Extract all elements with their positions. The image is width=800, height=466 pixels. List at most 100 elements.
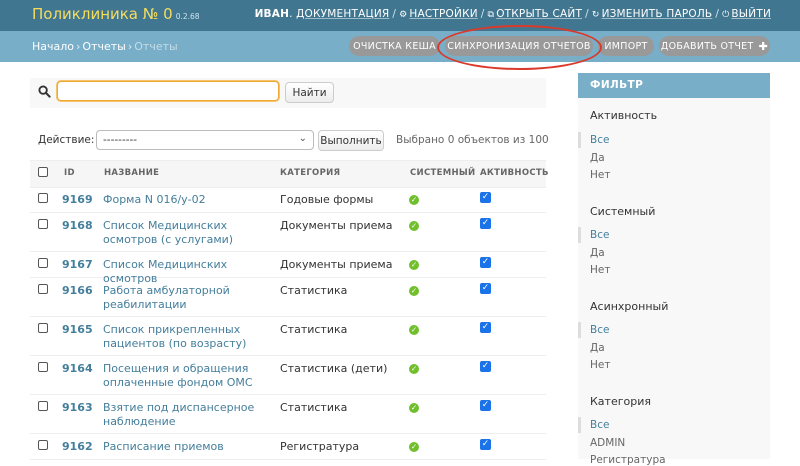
filter-item[interactable]: Нет <box>590 359 610 371</box>
filter-item[interactable]: Все <box>590 419 609 431</box>
active-checkbox[interactable]: ✓ <box>480 257 491 268</box>
filter-item[interactable]: Все <box>590 229 609 241</box>
active-checkbox[interactable]: ✓ <box>480 439 491 450</box>
settings-link[interactable]: НАСТРОЙКИ <box>409 8 477 20</box>
docs-link[interactable]: ДОКУМЕНТАЦИЯ <box>296 8 389 20</box>
filter-sidebar: ФИЛЬТР Активность Все Да Нет Системный В… <box>578 73 770 466</box>
filter-item[interactable]: Да <box>590 152 605 164</box>
row-id-link[interactable]: 9165 <box>62 323 93 336</box>
row-name-link[interactable]: Посещения и обращения оплаченные фондом … <box>103 362 273 390</box>
search-input[interactable] <box>57 81 279 101</box>
row-name-link[interactable]: Форма N 016/у-02 <box>103 193 273 207</box>
site-name[interactable]: Поликлиника № 0 <box>32 5 173 23</box>
import-label: ИМПОРТ <box>604 40 648 52</box>
row-checkbox[interactable] <box>38 323 48 333</box>
row-checkbox[interactable] <box>38 219 48 229</box>
filter-item[interactable]: Да <box>590 247 605 259</box>
filter-selected-marker <box>578 322 581 338</box>
version-label: 0.2.68 <box>175 12 200 21</box>
import-button[interactable]: ИМПОРТ <box>598 36 654 56</box>
breadcrumb-app[interactable]: Отчеты <box>82 40 125 53</box>
active-checkbox[interactable]: ✓ <box>480 192 491 203</box>
action-select-value: --------- <box>103 134 138 146</box>
row-category: Статистика (дети) <box>280 362 388 375</box>
run-action-label: Выполнить <box>320 134 382 147</box>
chevron-down-icon: ⌄ <box>298 133 307 144</box>
row-id-link[interactable]: 9162 <box>62 440 93 453</box>
breadcrumb-home[interactable]: Начало <box>32 40 74 53</box>
active-checkbox[interactable]: ✓ <box>480 283 491 294</box>
column-id[interactable]: ID <box>64 168 75 178</box>
column-system[interactable]: СИСТЕМНЫЙ <box>410 168 475 178</box>
check-circle-icon: ✓ <box>409 403 419 413</box>
active-checkbox[interactable]: ✓ <box>480 361 491 372</box>
filter-selected-marker <box>578 132 581 148</box>
table-row: 9165 Список прикрепленных пациентов (по … <box>30 317 546 356</box>
site-branding[interactable]: Поликлиника № 0 0.2.68 <box>32 5 200 23</box>
row-id-link[interactable]: 9169 <box>62 193 93 206</box>
column-active[interactable]: АКТИВНОСТЬ <box>480 168 549 178</box>
filter-item[interactable]: Нет <box>590 169 610 181</box>
select-all-checkbox[interactable] <box>38 167 48 177</box>
check-circle-icon: ✓ <box>409 260 419 270</box>
active-checkbox[interactable]: ✓ <box>480 400 491 411</box>
filter-group-title: Асинхронный <box>590 300 669 313</box>
filter-selected-marker <box>578 417 581 433</box>
search-icon <box>38 85 51 98</box>
table-row: 9166 Работа амбулаторной реабилитации Ст… <box>30 278 546 317</box>
filter-item[interactable]: Все <box>590 324 609 336</box>
row-checkbox[interactable] <box>38 284 48 294</box>
column-category[interactable]: КАТЕГОРИЯ <box>280 168 340 178</box>
open-site-link[interactable]: ОТКРЫТЬ САЙТ <box>496 8 582 20</box>
site-header: Поликлиника № 0 0.2.68 ИВАН. ДОКУМЕНТАЦИЯ… <box>0 0 800 31</box>
row-id-link[interactable]: 9167 <box>62 258 93 271</box>
row-name-link[interactable]: Взятие под диспансерное наблюдение <box>103 401 273 429</box>
clear-cache-button[interactable]: ОЧИСТКА КЕША <box>349 36 440 56</box>
row-name-link[interactable]: Список прикрепленных пациентов (по возра… <box>103 323 273 351</box>
row-name-link[interactable]: Список Медицинских осмотров (с услугами) <box>103 219 273 247</box>
row-category: Документы приема <box>280 258 393 271</box>
add-report-label: ДОБАВИТЬ ОТЧЕТ <box>660 40 754 52</box>
row-name-link[interactable]: Расписание приемов <box>103 440 273 454</box>
row-checkbox[interactable] <box>38 440 48 450</box>
gear-icon: ⚙ <box>399 10 408 20</box>
row-checkbox[interactable] <box>38 401 48 411</box>
active-checkbox[interactable]: ✓ <box>480 218 491 229</box>
row-checkbox[interactable] <box>38 362 48 372</box>
filter-group-title: Категория <box>590 395 651 408</box>
column-name[interactable]: НАЗВАНИЕ <box>104 168 159 178</box>
breadcrumb-current: Отчеты <box>134 40 178 53</box>
clear-cache-label: ОЧИСТКА КЕША <box>353 40 436 52</box>
check-circle-icon: ✓ <box>409 442 419 452</box>
filter-item[interactable]: Да <box>590 342 605 354</box>
action-label: Действие: <box>38 134 95 146</box>
check-circle-icon: ✓ <box>409 286 419 296</box>
add-report-button[interactable]: ДОБАВИТЬ ОТЧЕТ ✚ <box>659 36 770 56</box>
row-name-link[interactable]: Работа амбулаторной реабилитации <box>103 284 273 312</box>
row-id-link[interactable]: 9168 <box>62 219 93 232</box>
row-checkbox[interactable] <box>38 193 48 203</box>
highlight-ellipse <box>437 25 602 70</box>
filter-title: ФИЛЬТР <box>578 73 770 98</box>
filter-item[interactable]: Все <box>590 134 609 146</box>
search-button[interactable]: Найти <box>285 82 334 103</box>
row-category: Статистика <box>280 284 348 297</box>
filter-item[interactable]: Нет <box>590 264 610 276</box>
active-checkbox[interactable]: ✓ <box>480 322 491 333</box>
filter-item[interactable]: ADMIN <box>590 437 625 449</box>
action-select[interactable]: --------- ⌄ <box>96 130 314 150</box>
filter-group-title: Системный <box>590 205 656 218</box>
breadcrumb: Начало › Отчеты › Отчеты <box>32 40 178 53</box>
filter-item[interactable]: Регистратура <box>590 454 666 466</box>
check-circle-icon: ✓ <box>409 221 419 231</box>
logout-link[interactable]: ВЫЙТИ <box>731 8 771 20</box>
change-password-link[interactable]: ИЗМЕНИТЬ ПАРОЛЬ <box>602 8 713 20</box>
row-id-link[interactable]: 9163 <box>62 401 93 414</box>
filter-selected-marker <box>578 227 581 243</box>
row-id-link[interactable]: 9166 <box>62 284 93 297</box>
row-checkbox[interactable] <box>38 258 48 268</box>
run-action-button[interactable]: Выполнить <box>318 130 384 151</box>
table-row: 9167 Список Медицинских осмотров Докумен… <box>30 252 546 285</box>
row-id-link[interactable]: 9164 <box>62 362 93 375</box>
selected-counter: Выбрано 0 объектов из 100 <box>396 134 549 146</box>
